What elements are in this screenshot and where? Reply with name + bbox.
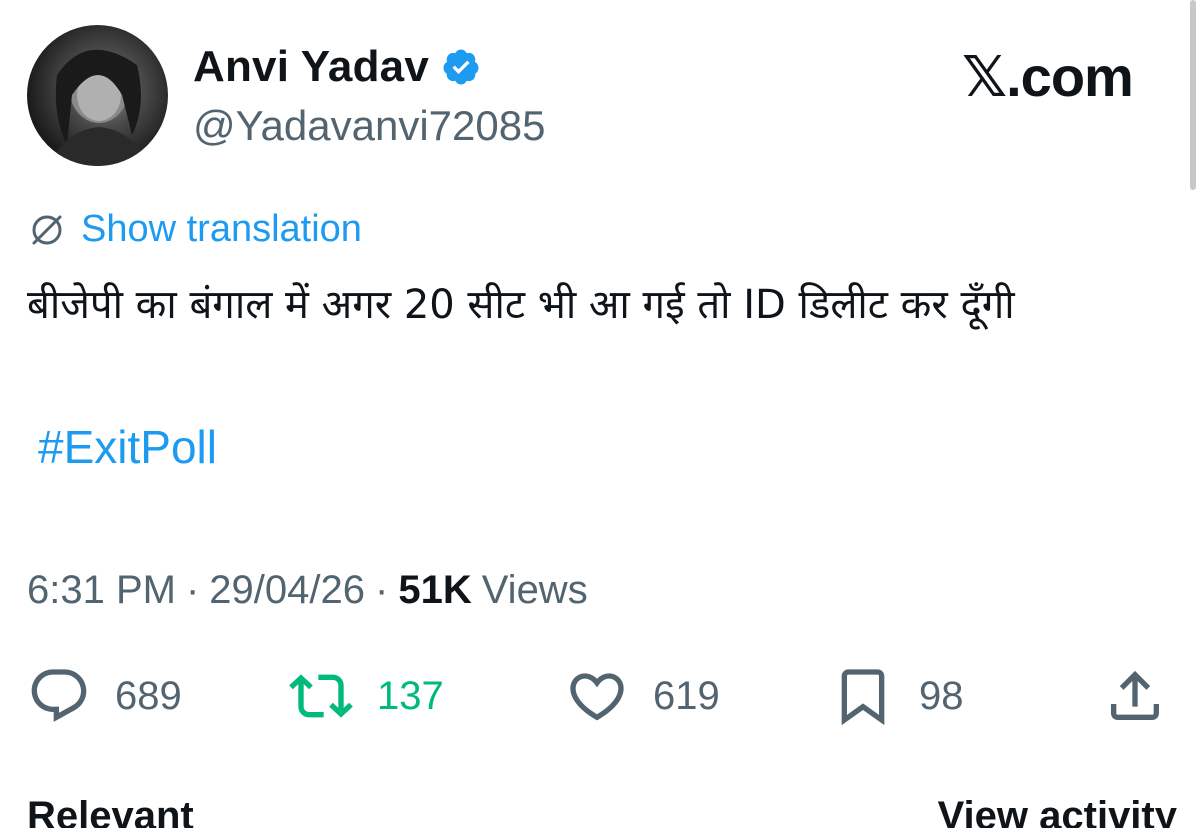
translate-globe-icon [32, 215, 62, 244]
share-icon [1111, 670, 1159, 720]
retweet-button[interactable]: 137 [289, 664, 444, 728]
avatar[interactable] [27, 25, 168, 166]
retweet-count: 137 [377, 673, 444, 718]
show-translation-row[interactable]: Show translation [27, 208, 362, 251]
avatar-photo [47, 49, 152, 166]
reply-icon [31, 669, 87, 722]
show-translation-link[interactable]: Show translation [81, 208, 362, 251]
heart-icon [570, 673, 624, 721]
like-count: 619 [653, 673, 720, 718]
relevant-replies-label[interactable]: Relevant [27, 794, 194, 828]
views-label: Views [481, 568, 588, 612]
meta-separator: · [375, 568, 389, 612]
scrollbar[interactable] [1190, 0, 1196, 190]
tweet-date[interactable]: 29/04/26 [209, 568, 365, 613]
meta-separator: · [185, 568, 200, 612]
bottom-cut-row: Relevant View activity [27, 788, 1177, 828]
hashtag-link[interactable]: #ExitPoll [38, 420, 217, 474]
author-name-row[interactable]: Anvi Yadav [193, 42, 481, 92]
like-button[interactable]: 619 [565, 664, 720, 728]
views-count: 51K [398, 568, 472, 612]
bookmark-count: 98 [919, 673, 964, 718]
bookmark-icon [841, 669, 885, 726]
tweet-time[interactable]: 6:31 PM [27, 568, 176, 613]
reply-count: 689 [115, 673, 182, 718]
tweet-meta: 6:31 PM · 29/04/26 · 51K Views [27, 568, 588, 613]
author-handle[interactable]: @Yadavanvi72085 [193, 102, 545, 150]
retweet-icon [289, 674, 353, 718]
tweet-text: बीजेपी का बंगाल में अगर 20 सीट भी आ गई त… [27, 282, 1015, 328]
share-button[interactable] [1103, 664, 1167, 728]
author-display-name[interactable]: Anvi Yadav [193, 42, 429, 92]
x-com-watermark: 𝕏.com [962, 45, 1134, 108]
bookmark-button[interactable]: 98 [831, 664, 964, 728]
verified-badge-icon [443, 49, 479, 85]
reply-button[interactable]: 689 [27, 664, 182, 728]
action-bar: 689 137 619 98 [27, 664, 1167, 728]
view-activity-link[interactable]: View activity [938, 794, 1177, 828]
